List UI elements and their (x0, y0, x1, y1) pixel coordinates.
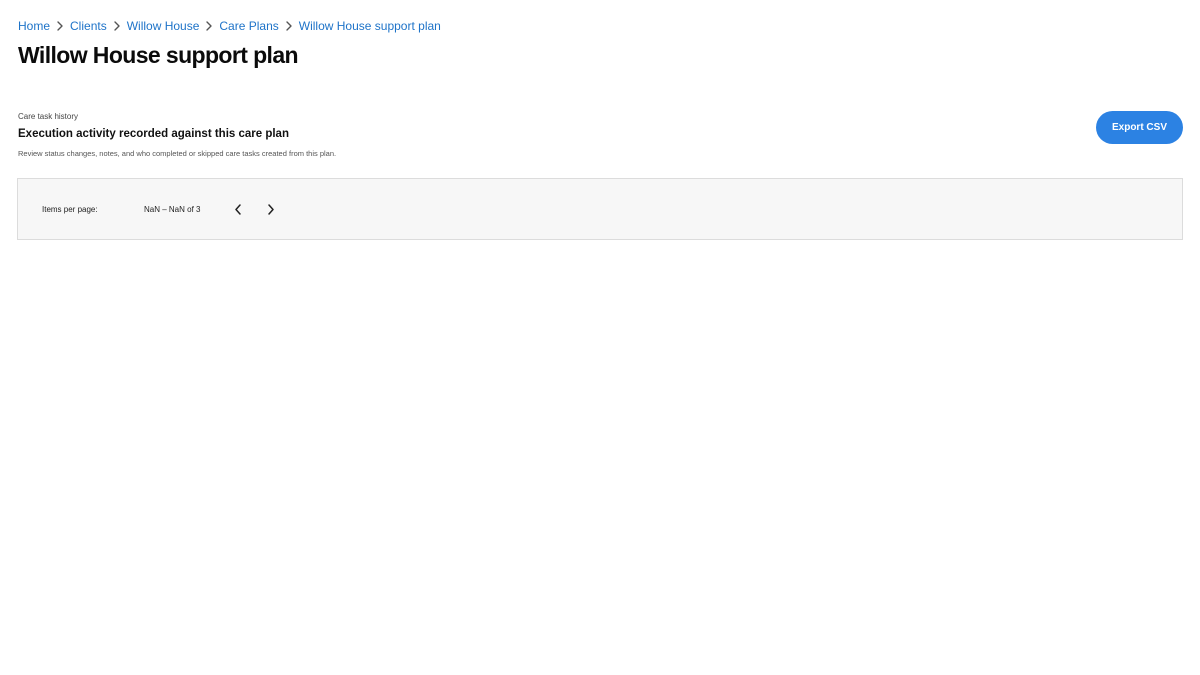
breadcrumb-client[interactable]: Willow House (127, 17, 200, 35)
breadcrumb-current[interactable]: Willow House support plan (299, 17, 441, 35)
section-eyebrow: Care task history (18, 112, 79, 121)
export-csv-button[interactable]: Export CSV (1096, 111, 1183, 144)
next-page-button[interactable] (262, 200, 280, 218)
chevron-right-icon (50, 17, 70, 35)
breadcrumb: Home Clients Willow House Care Plans Wil… (18, 17, 441, 35)
page: Home Clients Willow House Care Plans Wil… (0, 0, 1200, 675)
chevron-right-icon (279, 17, 299, 35)
previous-page-button[interactable] (229, 200, 247, 218)
chevron-left-icon (235, 203, 241, 215)
breadcrumb-care-plans[interactable]: Care Plans (219, 17, 278, 35)
section-description: Review status changes, notes, and who co… (18, 149, 337, 158)
breadcrumb-clients[interactable]: Clients (70, 17, 107, 35)
history-table-panel: Items per page: NaN – NaN of 3 (17, 178, 1183, 240)
section-heading: Execution activity recorded against this… (18, 128, 289, 140)
items-per-page-label: Items per page: (42, 205, 98, 214)
breadcrumb-home[interactable]: Home (18, 17, 50, 35)
chevron-right-icon (199, 17, 219, 35)
chevron-right-icon (268, 203, 274, 215)
pager-range: NaN – NaN of 3 (144, 205, 201, 214)
page-title: Willow House support plan (18, 42, 299, 68)
chevron-right-icon (107, 17, 127, 35)
